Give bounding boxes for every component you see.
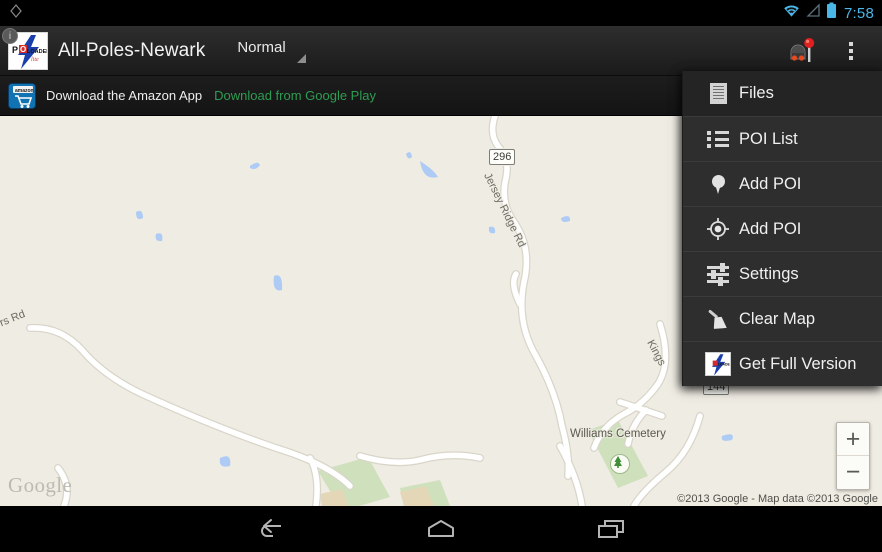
poi-loader-logo-icon: LOADER (697, 352, 739, 376)
navigation-bar (0, 506, 882, 552)
zoom-in-button[interactable]: + (837, 423, 869, 456)
svg-text:LOADER: LOADER (718, 363, 731, 367)
svg-text:O: O (20, 45, 26, 54)
menu-item-poi-list[interactable]: POI List (683, 116, 882, 161)
back-icon[interactable] (241, 509, 301, 549)
status-bar-clock: 7:58 (844, 4, 874, 22)
gps-idle-icon (8, 3, 24, 24)
ad-banner-text: Download the Amazon App (46, 88, 203, 103)
google-watermark: Google (8, 473, 73, 497)
overflow-menu[interactable]: Files POI List Add POI Add POI Settings … (682, 71, 882, 386)
ad-banner-link[interactable]: Download from Google Play (214, 88, 376, 103)
cell-signal-icon (806, 3, 821, 23)
crosshair-icon (697, 218, 739, 240)
recent-apps-icon[interactable] (581, 509, 641, 549)
battery-icon (826, 2, 837, 24)
menu-item-add-poi-crosshair[interactable]: Add POI (683, 206, 882, 251)
broom-icon (697, 308, 739, 330)
chevron-down-icon (296, 54, 306, 63)
menu-item-label: Files (739, 84, 774, 102)
route-shield-296: 296 (489, 149, 516, 165)
action-bar: P O LOADER lite All-Poles-Newark Normal (0, 26, 882, 76)
menu-item-files[interactable]: Files (683, 71, 882, 116)
map-pin-icon (697, 174, 739, 194)
status-bar: 7:58 (0, 0, 882, 26)
menu-item-label: Add POI (739, 174, 802, 193)
files-icon (697, 83, 739, 104)
svg-text:LOADER: LOADER (27, 49, 48, 55)
cemetery-tree-icon (610, 454, 630, 474)
menu-item-label: Settings (739, 264, 799, 283)
overflow-dots (849, 41, 853, 60)
status-bar-left-icons (8, 3, 24, 24)
place-label-cemetery: Williams Cemetery (570, 428, 666, 440)
map-attribution: ©2013 Google - Map data ©2013 Google (677, 493, 878, 505)
android-tablet-screen: 7:58 P O LOADER lite All-Poles-Newark No… (0, 0, 882, 552)
svg-text:amazon: amazon (15, 88, 34, 94)
map-zoom-controls[interactable]: + − (836, 422, 870, 490)
page-title: All-Poles-Newark (58, 39, 206, 61)
wifi-icon (782, 3, 801, 23)
menu-item-label: POI List (739, 129, 798, 148)
overflow-menu-icon[interactable] (828, 26, 874, 76)
menu-item-label: Add POI (739, 219, 802, 238)
menu-item-add-poi-pin[interactable]: Add POI (683, 161, 882, 206)
menu-item-clear-map[interactable]: Clear Map (683, 296, 882, 341)
menu-item-label: Clear Map (739, 309, 816, 328)
status-bar-right-icons: 7:58 (782, 2, 874, 24)
map-mode-spinner[interactable]: Normal (231, 36, 311, 65)
map-mode-spinner-label: Normal (237, 39, 286, 56)
svg-text:lite: lite (31, 57, 39, 63)
zoom-out-button[interactable]: − (837, 456, 869, 489)
ad-info-badge[interactable]: i (2, 28, 18, 44)
menu-item-label: Get Full Version (739, 354, 857, 373)
svg-text:P: P (12, 45, 18, 55)
menu-item-settings[interactable]: Settings (683, 251, 882, 296)
speed-camera-poi-icon[interactable] (782, 26, 828, 76)
list-icon (697, 130, 739, 148)
sliders-icon (697, 262, 739, 286)
home-icon[interactable] (411, 509, 471, 549)
amazon-app-icon[interactable]: amazon (8, 82, 36, 109)
menu-item-get-full-version[interactable]: LOADER Get Full Version (683, 341, 882, 386)
